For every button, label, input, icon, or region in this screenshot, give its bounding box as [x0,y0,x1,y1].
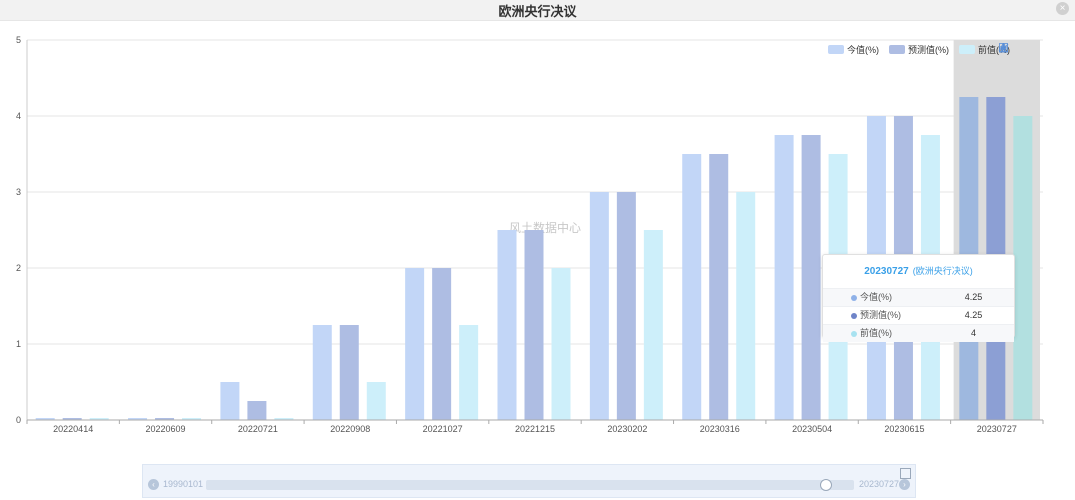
bar-previous-20230202 [643,230,663,420]
bar-actual-20220908 [312,325,332,420]
zoom-track[interactable] [206,480,854,490]
bar-forecast-20230504 [801,135,821,420]
tooltip-value: 4 [970,328,976,338]
tooltip-event: (欧洲央行决议) [912,266,973,276]
y-tick-label: 0 [16,415,21,425]
tooltip-row-forecast: 预测值(%) 4.25 [823,306,1014,324]
data-zoom-slider: ‹ 19990101 20230727 › [142,464,916,498]
bar-forecast-20230202 [616,192,636,420]
x-tick-label: 20220721 [238,424,278,434]
y-tick-label: 5 [16,35,21,45]
zoom-handle[interactable] [820,479,832,491]
data-view-icon[interactable] [998,42,1009,53]
tooltip-dot-previous [851,331,857,337]
bar-previous-20221027 [459,325,479,420]
tooltip-dot-actual [851,295,857,301]
x-tick-label: 20230316 [700,424,740,434]
bar-actual-20220721 [220,382,240,420]
y-tick-label: 1 [16,339,21,349]
y-tick-label: 4 [16,111,21,121]
zoom-prev-icon[interactable]: ‹ [148,479,159,490]
bar-actual-20230316 [682,154,702,420]
bar-previous-20221215 [551,268,571,420]
bar-actual-20230504 [774,135,794,420]
bar-forecast-20230316 [709,154,729,420]
zoom-end-label: 20230727 [859,479,900,489]
bar-previous-20220908 [366,382,386,420]
legend-item-actual[interactable]: 今值(%) [828,43,879,55]
bar-forecast-20220721 [247,401,267,420]
bar-forecast-20220908 [339,325,359,420]
bar-previous-20230316 [736,192,756,420]
legend-label-forecast: 预测值(%) [908,44,949,55]
tooltip-date: 20230727 [864,266,909,277]
x-tick-label: 20230504 [792,424,832,434]
expand-icon[interactable] [900,468,911,479]
zoom-next-icon[interactable]: › [899,479,910,490]
tooltip-label: 预测值(%) [860,310,901,320]
x-tick-label: 20221027 [423,424,463,434]
bar-previous-20230727 [1013,116,1033,420]
chart-tooltip: 20230727 (欧洲央行决议) 今值(%) 4.25 预测值(%) 4.25 … [822,254,1015,342]
bar-forecast-20221027 [432,268,452,420]
x-tick-label: 20230615 [884,424,924,434]
y-tick-label: 2 [16,263,21,273]
close-icon[interactable]: × [1056,2,1069,15]
tooltip-value: 4.25 [964,310,983,320]
x-tick-label: 20230202 [607,424,647,434]
tooltip-label: 前值(%) [860,328,892,338]
tooltip-dot-forecast [851,313,857,319]
legend-item-forecast[interactable]: 预测值(%) [889,43,949,55]
title-bar: 欧洲央行决议 × [0,0,1075,21]
bar-actual-20221215 [497,230,517,420]
legend: 今值(%) 预测值(%) 前值(%) [828,43,1010,55]
tooltip-header: 20230727 (欧洲央行决议) [823,255,1014,288]
x-tick-label: 20220414 [53,424,93,434]
x-tick-label: 20221215 [515,424,555,434]
legend-label-actual: 今值(%) [847,44,879,55]
bar-forecast-20221215 [524,230,544,420]
tooltip-row-actual: 今值(%) 4.25 [823,288,1014,306]
x-tick-label: 20230727 [977,424,1017,434]
legend-swatch-forecast [889,44,905,54]
legend-swatch-actual [828,44,844,54]
bar-actual-20221027 [405,268,425,420]
x-tick-label: 20220908 [330,424,370,434]
y-tick-label: 3 [16,187,21,197]
watermark: 风土数据中心 [509,220,581,235]
tooltip-value: 4.25 [964,292,983,302]
bar-actual-20230202 [589,192,609,420]
zoom-start-label: 19990101 [163,479,204,489]
x-tick-label: 20220609 [146,424,186,434]
tooltip-label: 今值(%) [860,292,892,302]
window-title: 欧洲央行决议 [498,4,577,19]
legend-swatch-previous [959,44,975,54]
tooltip-row-previous: 前值(%) 4 [823,324,1014,342]
